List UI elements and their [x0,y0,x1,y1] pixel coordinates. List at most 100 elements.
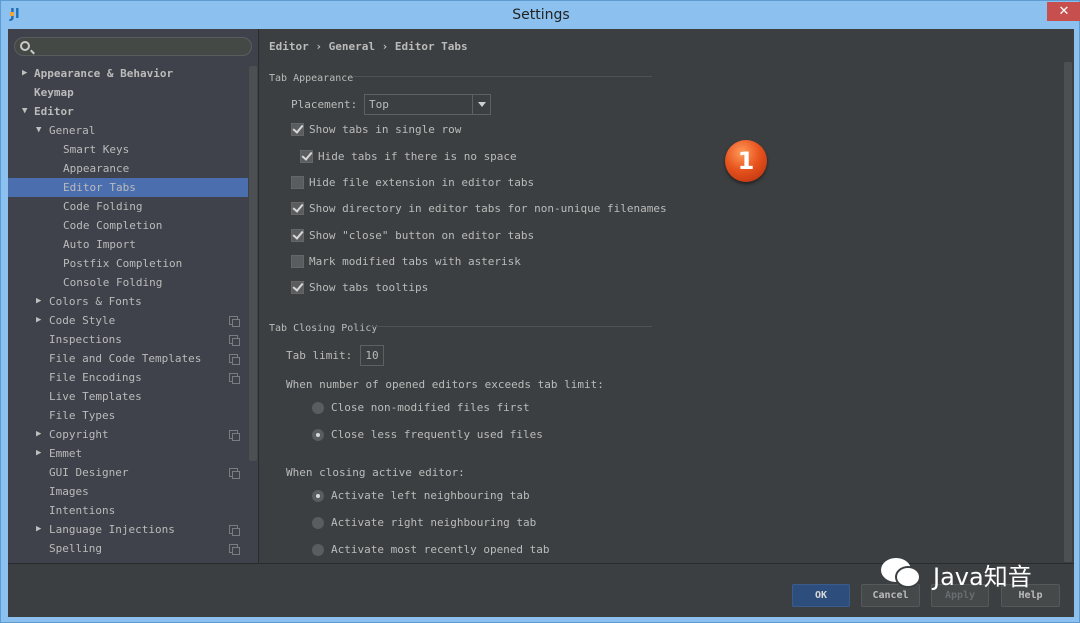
checkbox-option[interactable]: Show directory in editor tabs for non-un… [291,202,667,215]
sidebar-item-editor[interactable]: ▼ Editor [8,102,248,121]
sidebar-item-file-types[interactable]: File Types [8,406,248,425]
sidebar-item-keymap[interactable]: Keymap [8,83,248,102]
sidebar-item-emmet[interactable]: ▶ Emmet [8,444,248,463]
sidebar-item-code-completion[interactable]: Code Completion [8,216,248,235]
project-scope-icon [229,335,240,346]
checkbox-checked-icon[interactable] [291,202,304,215]
title-bar: JI Settings ✕ [1,1,1080,29]
checkbox-label: Mark modified tabs with asterisk [309,255,521,268]
checkbox-label: Hide tabs if there is no space [318,150,517,163]
tab-closing-title: Tab Closing Policy [269,323,378,334]
checkbox-option[interactable]: Mark modified tabs with asterisk [291,255,521,268]
sidebar-item-code-style[interactable]: ▶ Code Style [8,311,248,330]
sidebar-item-label: Code Folding [63,200,143,213]
sidebar-item-label: Inspections [49,333,122,346]
project-scope-icon [229,468,240,479]
sidebar-item-label: File Encodings [49,371,142,384]
expand-right-icon[interactable]: ▶ [36,444,41,463]
checkbox-option[interactable]: Show "close" button on editor tabs [291,229,534,242]
closing-policy-radio[interactable]: Activate left neighbouring tab [312,489,530,502]
checkbox-option[interactable]: Hide file extension in editor tabs [291,176,534,189]
sidebar-item-language-injections[interactable]: ▶ Language Injections [8,520,248,539]
sidebar-item-code-folding[interactable]: Code Folding [8,197,248,216]
sidebar-item-console-folding[interactable]: Console Folding [8,273,248,292]
window-title: Settings [512,7,570,23]
exceeds-policy-radio[interactable]: Close less frequently used files [312,428,543,441]
sidebar-item-appearance[interactable]: Appearance [8,159,248,178]
sidebar-item-spelling[interactable]: Spelling [8,539,248,558]
apply-button[interactable]: Apply [931,584,989,607]
checkbox-unchecked-icon[interactable] [291,255,304,268]
checkbox-checked-icon[interactable] [291,281,304,294]
sidebar-item-general[interactable]: ▼ General [8,121,248,140]
checkbox-unchecked-icon[interactable] [291,176,304,189]
project-scope-icon [229,525,240,536]
sidebar-item-file-encodings[interactable]: File Encodings [8,368,248,387]
checkbox-label: Show "close" button on editor tabs [309,229,535,242]
checkbox-label: Show directory in editor tabs for non-un… [309,202,667,215]
sidebar-item-editor-tabs[interactable]: Editor Tabs [8,178,248,197]
radio-label: Activate right neighbouring tab [331,516,537,529]
sidebar-item-label: General [49,124,96,137]
closing-policy-radio[interactable]: Activate most recently opened tab [312,543,550,556]
expand-right-icon[interactable]: ▶ [36,292,41,311]
checkbox-label: Show tabs in single row [309,123,462,136]
sidebar-item-file-and-code-templates[interactable]: File and Code Templates [8,349,248,368]
sidebar-item-copyright[interactable]: ▶ Copyright [8,425,248,444]
radio-unselected-icon[interactable] [312,401,324,414]
checkbox-option[interactable]: Show tabs in single row [291,123,461,136]
sidebar-item-label: Copyright [49,428,109,441]
settings-content: Editor › General › Editor Tabs Tab Appea… [260,29,1074,563]
cancel-button[interactable]: Cancel [861,584,920,607]
expand-right-icon[interactable]: ▶ [36,520,41,539]
radio-unselected-icon[interactable] [312,543,324,556]
expand-right-icon[interactable]: ▶ [22,64,27,83]
radio-selected-icon[interactable] [312,489,324,502]
sidebar-item-inspections[interactable]: Inspections [8,330,248,349]
checkbox-checked-icon[interactable] [291,123,304,136]
content-scrollbar[interactable] [1064,62,1072,562]
sidebar-item-label: Appearance [63,162,130,175]
expand-down-icon[interactable]: ▼ [22,102,27,121]
help-button[interactable]: Help [1001,584,1060,607]
ok-button[interactable]: OK [792,584,850,607]
project-scope-icon [229,316,240,327]
sidebar-item-label: Console Folding [63,276,163,289]
tab-limit-input[interactable]: 10 [360,345,384,366]
divider [369,326,652,327]
chevron-down-icon[interactable] [472,95,490,114]
expand-right-icon[interactable]: ▶ [36,425,41,444]
exceeds-label: When number of opened editors exceeds ta… [286,378,604,391]
breadcrumb: Editor › General › Editor Tabs [269,40,468,53]
sidebar-item-colors-fonts[interactable]: ▶ Colors & Fonts [8,292,248,311]
closing-policy-radio[interactable]: Activate right neighbouring tab [312,516,536,529]
sidebar-item-live-templates[interactable]: Live Templates [8,387,248,406]
placement-dropdown[interactable]: Top [364,94,491,115]
search-input[interactable] [14,37,252,56]
tab-appearance-title: Tab Appearance [269,73,354,84]
sidebar-item-label: Language Injections [49,523,175,536]
sidebar-item-appearance-behavior[interactable]: ▶ Appearance & Behavior [8,64,248,83]
sidebar-item-auto-import[interactable]: Auto Import [8,235,248,254]
checkbox-checked-icon[interactable] [291,229,304,242]
exceeds-policy-radio[interactable]: Close non-modified files first [312,401,530,414]
sidebar-item-intentions[interactable]: Intentions [8,501,248,520]
sidebar-item-postfix-completion[interactable]: Postfix Completion [8,254,248,273]
sidebar-item-label: Auto Import [63,238,136,251]
sidebar-item-smart-keys[interactable]: Smart Keys [8,140,248,159]
sidebar-scrollbar[interactable] [249,66,257,461]
sidebar-item-label: Code Completion [63,219,163,232]
sidebar-item-images[interactable]: Images [8,482,248,501]
expand-right-icon[interactable]: ▶ [36,311,41,330]
sidebar-item-gui-designer[interactable]: GUI Designer [8,463,248,482]
checkbox-checked-icon[interactable] [300,150,313,163]
sidebar-item-label: Postfix Completion [63,257,183,270]
radio-unselected-icon[interactable] [312,516,324,529]
close-button[interactable]: ✕ [1047,2,1080,21]
settings-window: JI Settings ✕ ▶ Appearance & Behavior Keym… [0,0,1080,623]
checkbox-option[interactable]: Hide tabs if there is no space [300,150,517,163]
expand-down-icon[interactable]: ▼ [36,121,41,140]
sidebar-item-label: Editor [34,105,74,118]
radio-selected-icon[interactable] [312,428,324,441]
checkbox-option[interactable]: Show tabs tooltips [291,281,428,294]
